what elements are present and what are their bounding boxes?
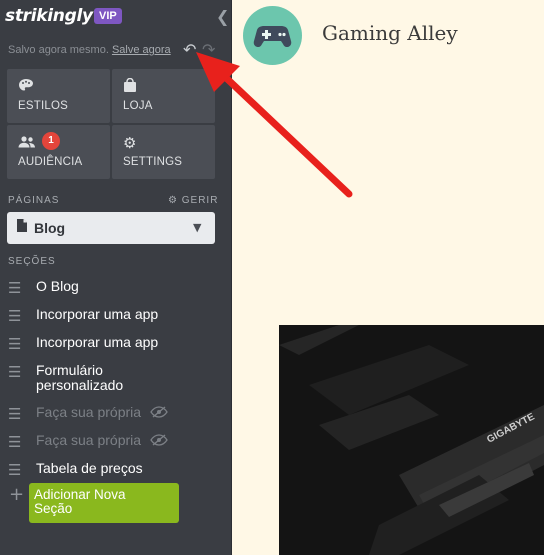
arrow-shaft bbox=[218, 70, 353, 198]
annotation-arrow bbox=[196, 52, 353, 198]
